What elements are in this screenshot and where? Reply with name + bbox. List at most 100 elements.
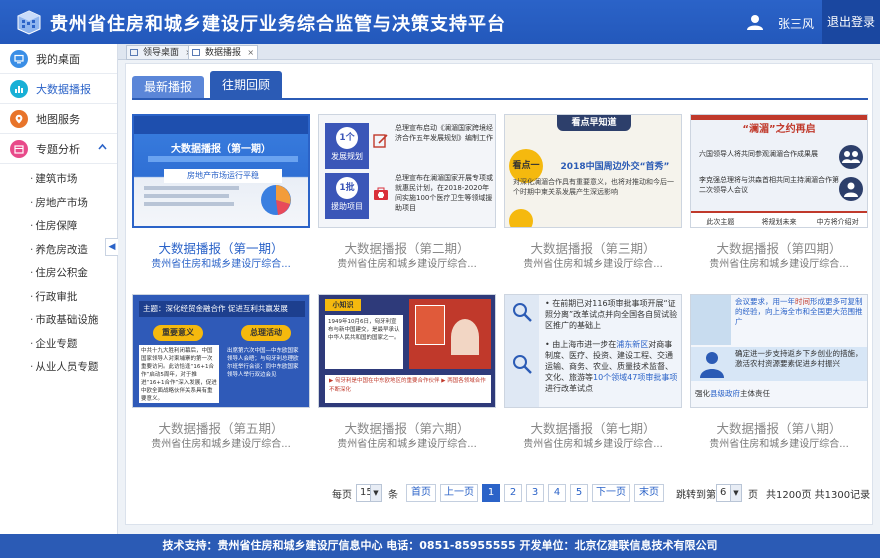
thumb-cell: 中方将介绍对 bbox=[808, 211, 867, 227]
page-button-2[interactable]: 2 bbox=[504, 484, 522, 502]
card-thumbnail[interactable]: 会议要求，用一年时间形成更多可复制的经验，向上海全市和全国更大范围推广 确定进一… bbox=[690, 294, 868, 408]
first-page-button[interactable]: 首页 bbox=[406, 484, 436, 502]
close-icon[interactable]: × bbox=[247, 46, 254, 60]
sidebar-item-map[interactable]: 地图服务 bbox=[0, 104, 117, 134]
tab-data-broadcast[interactable]: 数据播报 × bbox=[188, 45, 259, 60]
speaker-icon bbox=[839, 177, 863, 201]
jump-label: 跳转到第 bbox=[676, 490, 716, 501]
thumb-highlight: 时间 bbox=[795, 297, 810, 306]
broadcast-card[interactable]: “澜湄”之约再启 六国领导人将共同参观澜湄合作成果展 李克强总理将与洪森首相共同… bbox=[690, 114, 868, 289]
user-name[interactable]: 张三风 bbox=[778, 15, 814, 32]
thumb-text: 出席第六次中国—中东欧国家领导人会晤；与匈牙利总理欧尔班举行会谈；同中东欧国家领… bbox=[227, 348, 299, 378]
jump-unit: 页 bbox=[748, 490, 758, 501]
card-thumbnail[interactable]: 1个 发展规划 总理宣布启动《澜湄国家跨境经济合作五年发展规划》编制工作 1批 … bbox=[318, 114, 496, 228]
card-subtitle: 贵州省住房和城乡建设厅综合... bbox=[337, 439, 477, 450]
sidebar-item-topic-analysis[interactable]: 专题分析 bbox=[0, 134, 117, 164]
footer-text: 技术支持：贵州省住房和城乡建设厅信息中心 电话：0851-85955555 开发… bbox=[162, 539, 718, 552]
user-icon bbox=[747, 15, 763, 30]
card-subtitle: 贵州省住房和城乡建设厅综合... bbox=[151, 259, 291, 270]
thumb-sub: 房地产市场运行平稳 bbox=[164, 169, 282, 183]
submenu-item[interactable]: 从业人员专题 bbox=[0, 356, 117, 380]
submenu-item[interactable]: 市政基础设施 bbox=[0, 309, 117, 333]
thumb-dot bbox=[509, 209, 533, 227]
app-header: 贵州省住房和城乡建设厅业务综合监管与决策支持平台 张三风 退出登录 bbox=[0, 0, 880, 44]
thumb-text: 确定进一步支持返乡下乡创业的措施，激活农村资源要素促进乡村振兴 bbox=[735, 349, 863, 368]
card-thumbnail[interactable]: 主题：深化经贸金融合作 促进互利共赢发展 重要意义 总理活动 中共十九大胜利闭幕… bbox=[132, 294, 310, 408]
thumb-highlight: 10个领域47项审批事项 bbox=[593, 373, 678, 382]
per-page-select[interactable]: 15 ▼ bbox=[356, 484, 382, 502]
tab-leader-desktop[interactable]: 领导桌面 × bbox=[126, 45, 197, 60]
logout-button[interactable]: 退出登录 bbox=[822, 0, 880, 44]
thumb-highlight: 县级政府 bbox=[710, 389, 740, 398]
thumb-text: 六国领导人将共同参观澜湄合作成果展 bbox=[699, 150, 818, 158]
card-subtitle: 贵州省住房和城乡建设厅综合... bbox=[337, 259, 477, 270]
page-button-3[interactable]: 3 bbox=[526, 484, 544, 502]
next-page-button[interactable]: 下一页 bbox=[592, 484, 630, 502]
tab-underline bbox=[132, 98, 868, 100]
chevron-up-icon[interactable] bbox=[98, 142, 107, 153]
broadcast-card[interactable]: 大数据播报（第一期） 房地产市场运行平稳 大数据播报（第一期） 贵州省住房和城乡… bbox=[132, 114, 310, 289]
thumb-text: 1949年10月6日，匈牙利宣布与新中国建交，是最早承认中华人民共和国的国家之一… bbox=[325, 315, 403, 369]
submenu-item[interactable]: 房地产市场 bbox=[0, 192, 117, 216]
tab-label: 领导桌面 bbox=[143, 48, 180, 58]
jump-page-select[interactable]: 6 ▼ bbox=[716, 484, 742, 502]
thumb-key: 重要意义 bbox=[153, 325, 203, 341]
thumb-headline: 2018中国周边外交“首秀” bbox=[560, 162, 670, 172]
thumb-stripe bbox=[148, 156, 298, 162]
card-thumbnail[interactable]: 看点早知道 看点一 2018中国周边外交“首秀” 对深化澜湄合作具有重要意义，也… bbox=[504, 114, 682, 228]
submenu-item[interactable]: 企业专题 bbox=[0, 333, 117, 357]
thumb-tag: 小知识 bbox=[325, 299, 361, 311]
thumb-text-line bbox=[144, 186, 239, 190]
card-subtitle: 贵州省住房和城乡建设厅综合... bbox=[523, 439, 663, 450]
tab-past-review[interactable]: 往期回顾 bbox=[210, 71, 282, 99]
thumb-cell: 此次主题 bbox=[691, 211, 750, 227]
sidebar-item-label: 地图服务 bbox=[36, 112, 80, 126]
page-button-1[interactable]: 1 bbox=[482, 484, 500, 502]
thumb-text: 对深化澜湄合作具有重要意义，也将对推动和今后一个时期中柬关系发展产生深远影响 bbox=[513, 178, 674, 196]
thumb-photo bbox=[409, 299, 491, 369]
broadcast-card[interactable]: 1个 发展规划 总理宣布启动《澜湄国家跨境经济合作五年发展规划》编制工作 1批 … bbox=[318, 114, 496, 289]
per-page-label: 每页 bbox=[332, 490, 352, 501]
thumb-heading: 主题：深化经贸金融合作 促进互利共赢发展 bbox=[139, 301, 305, 317]
pie-graphic-icon bbox=[261, 185, 291, 215]
sidebar-item-desktop[interactable]: 我的桌面 bbox=[0, 44, 117, 74]
broadcast-card[interactable]: 会议要求，用一年时间形成更多可复制的经验，向上海全市和全国更大范围推广 确定进一… bbox=[690, 294, 868, 469]
card-subtitle: 贵州省住房和城乡建设厅综合... bbox=[709, 439, 849, 450]
card-thumbnail[interactable]: • 在前期已对116项审批事项开展“证照分离”改革试点并向全国各自贸试验区推广的… bbox=[504, 294, 682, 408]
page-button-5[interactable]: 5 bbox=[570, 484, 588, 502]
submenu-item[interactable]: 行政审批 bbox=[0, 286, 117, 310]
submenu-item[interactable]: 住房保障 bbox=[0, 215, 117, 239]
thumb-badge: 1个 bbox=[336, 127, 358, 149]
thumb-text-part: 会议要求，用一年 bbox=[735, 297, 795, 306]
broadcast-card[interactable]: 看点早知道 看点一 2018中国周边外交“首秀” 对深化澜湄合作具有重要意义，也… bbox=[504, 114, 682, 289]
sidebar-item-bigdata[interactable]: 大数据播报 bbox=[0, 74, 117, 104]
thumb-photo-cover bbox=[415, 305, 445, 345]
submenu-item[interactable]: 住房公积金 bbox=[0, 262, 117, 286]
tab-latest-broadcast[interactable]: 最新播报 bbox=[132, 76, 204, 99]
calendar-icon bbox=[10, 139, 28, 158]
thumb-text-line bbox=[144, 202, 234, 206]
map-icon bbox=[10, 109, 28, 128]
sidebar-item-label: 大数据播报 bbox=[36, 82, 91, 96]
card-subtitle: 贵州省住房和城乡建设厅综合... bbox=[151, 439, 291, 450]
submenu-item[interactable]: 建筑市场 bbox=[0, 168, 117, 192]
last-page-button[interactable]: 末页 bbox=[634, 484, 664, 502]
broadcast-card[interactable]: 小知识 1949年10月6日，匈牙利宣布与新中国建交，是最早承认中华人民共和国的… bbox=[318, 294, 496, 469]
page-button-4[interactable]: 4 bbox=[548, 484, 566, 502]
card-thumbnail[interactable]: 小知识 1949年10月6日，匈牙利宣布与新中国建交，是最早承认中华人民共和国的… bbox=[318, 294, 496, 408]
thumb-text: 李克强总理将与洪森首相共同主持澜湄合作第二次领导人会议 bbox=[699, 176, 839, 194]
broadcast-card[interactable]: 主题：深化经贸金融合作 促进互利共赢发展 重要意义 总理活动 中共十九大胜利闭幕… bbox=[132, 294, 310, 469]
prev-page-button[interactable]: 上一页 bbox=[440, 484, 478, 502]
main-content: 最新播报 往期回顾 大数据播报（第一期） 房地产市场运行平稳 大数据播报（第一期… bbox=[125, 63, 873, 525]
card-thumbnail[interactable]: 大数据播报（第一期） 房地产市场运行平稳 bbox=[132, 114, 310, 228]
person-icon bbox=[700, 352, 724, 378]
sidebar-collapse-handle[interactable]: ◀ bbox=[105, 238, 118, 256]
app-title: 贵州省住房和城乡建设厅业务综合监管与决策支持平台 bbox=[50, 14, 506, 35]
broadcast-card[interactable]: • 在前期已对116项审批事项开展“证照分离”改革试点并向全国各自贸试验区推广的… bbox=[504, 294, 682, 469]
topic-submenu: 建筑市场 房地产市场 住房保障 养危房改造 住房公积金 行政审批 市政基础设施 … bbox=[0, 164, 117, 380]
thumb-bottom-row: 此次主题 将规划未来 中方将介绍对 bbox=[691, 211, 867, 227]
card-subtitle: 贵州省住房和城乡建设厅综合... bbox=[523, 259, 663, 270]
thumb-text-part: 在前期已对116项审批事项开展“证照分离”改革试点并向全国各自贸试验区推广的基础… bbox=[545, 299, 678, 330]
card-thumbnail[interactable]: “澜湄”之约再启 六国领导人将共同参观澜湄合作成果展 李克强总理将与洪森首相共同… bbox=[690, 114, 868, 228]
submenu-item[interactable]: 养危房改造 bbox=[0, 239, 117, 263]
